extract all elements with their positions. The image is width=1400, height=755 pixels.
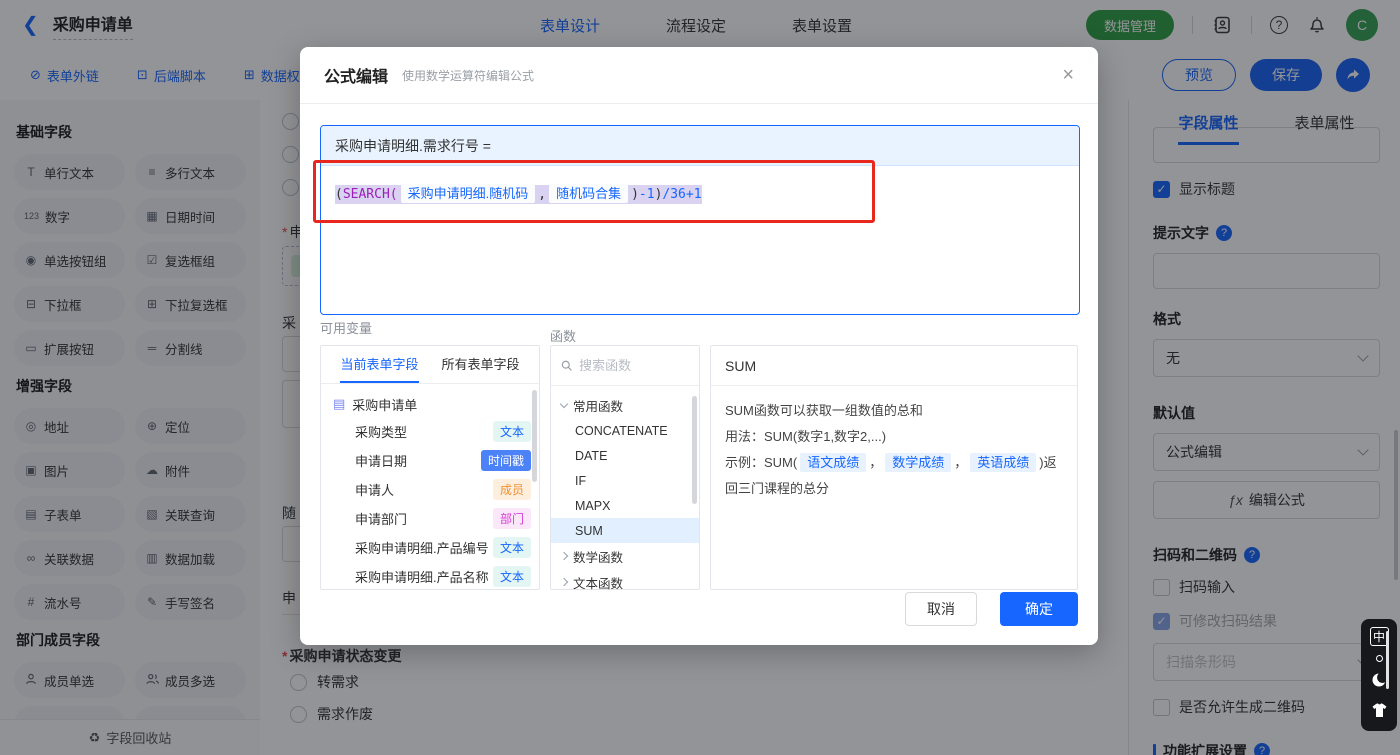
chevron-right-icon [559,577,569,587]
formula-editor-box[interactable]: 采购申请明细.需求行号 = (SEARCH(采购申请明细.随机码, 随机码合集)-… [320,125,1080,315]
type-badge: 文本 [492,421,531,442]
example-chip: 数学成绩 [885,453,952,472]
formula-editor-modal: 公式编辑 使用数学运算符编辑公式 × 采购申请明细.需求行号 = (SEARCH… [300,47,1098,645]
theme-shirt-icon[interactable] [1371,703,1388,723]
function-item-selected[interactable]: SUM [551,518,699,543]
variable-row[interactable]: 采购类型 文本 [321,417,539,446]
variable-row[interactable]: 采购申请明细.产品编号 文本 [321,533,539,562]
functions-panel: 常用函数 CONCATENATE DATE IF MAPX SUM 数学函数 文… [550,345,700,591]
formula-token: ) [631,187,639,202]
formula-token: ( [335,187,343,202]
formula-variable-chip[interactable]: 采购申请明细.随机码 [400,184,536,203]
variable-row[interactable]: 申请日期 时间戳 [321,446,539,475]
close-icon[interactable]: × [1062,65,1074,85]
formula-number-token: -1 [638,187,655,202]
modal-title: 公式编辑 [324,69,389,86]
variable-row[interactable]: 采购申请明细.产品名称 文本 [321,562,539,591]
function-group-common[interactable]: 常用函数 [551,392,699,418]
type-badge: 成员 [492,479,531,500]
formula-function-token: SEARCH( [342,187,398,202]
function-group-text[interactable]: 文本函数 [551,569,699,595]
formula-target-expression: 采购申请明细.需求行号 = [321,126,1079,166]
example-chip: 英语成绩 [970,453,1037,472]
example-chip: 语文成绩 [800,453,867,472]
formula-number-token: /36+1 [662,187,702,202]
cancel-button[interactable]: 取消 [905,592,977,626]
variables-panel: 当前表单字段 所有表单字段 ▤ 采购申请单 采购类型 文本 申请日期 时间戳 申请人… [320,345,540,590]
function-item[interactable]: IF [551,468,699,493]
chevron-right-icon [559,551,569,561]
formula-input-area[interactable]: (SEARCH(采购申请明细.随机码, 随机码合集)-1)/36+1 [321,166,1079,223]
variable-row[interactable]: 申请部门 部门 [321,504,539,533]
doc-usage: 用法：SUM(数字1,数字2,...) [725,429,887,444]
type-badge: 部门 [492,508,531,529]
function-group-math[interactable]: 数学函数 [551,543,699,569]
search-icon [561,360,572,371]
scrollbar-thumb[interactable] [692,396,697,504]
formula-variable-chip[interactable]: 随机码合集 [549,184,629,203]
function-item[interactable]: CONCATENATE [551,418,699,443]
function-search[interactable] [551,346,699,386]
floating-helper-widget: 中 [1361,619,1397,731]
variables-label: 可用变量 [320,321,373,336]
contrast-toggle-icon[interactable] [1375,655,1383,662]
modal-subtitle: 使用数学运算符编辑公式 [402,68,535,83]
doc-example: 示例：SUM(语文成绩，数学成绩，英语成绩)返回三门课程的总分 [725,453,1057,496]
confirm-button[interactable]: 确定 [1000,592,1078,626]
function-search-input[interactable] [579,358,689,373]
function-doc-panel: SUM SUM函数可以获取一组数值的总和 用法：SUM(数字1,数字2,...)… [710,345,1078,590]
functions-label: 函数 [550,329,577,344]
function-item[interactable]: MAPX [551,493,699,518]
type-badge: 文本 [492,537,531,558]
formula-token: , [538,187,547,202]
scrollbar-thumb[interactable] [1386,631,1389,689]
tab-current-form-fields[interactable]: 当前表单字段 [340,346,419,383]
form-doc-icon: ▤ [333,396,346,411]
type-badge: 文本 [492,566,531,587]
form-tree-root[interactable]: ▤ 采购申请单 [321,391,539,417]
variable-row[interactable]: 申请人 成员 [321,475,539,504]
scrollbar-thumb[interactable] [532,390,537,482]
tab-all-form-fields[interactable]: 所有表单字段 [441,346,519,383]
chevron-down-icon [559,399,569,408]
doc-description: SUM函数可以获取一组数值的总和 [725,403,923,418]
function-item[interactable]: DATE [551,443,699,468]
type-badge: 时间戳 [480,450,531,471]
doc-function-name: SUM [711,346,1077,386]
